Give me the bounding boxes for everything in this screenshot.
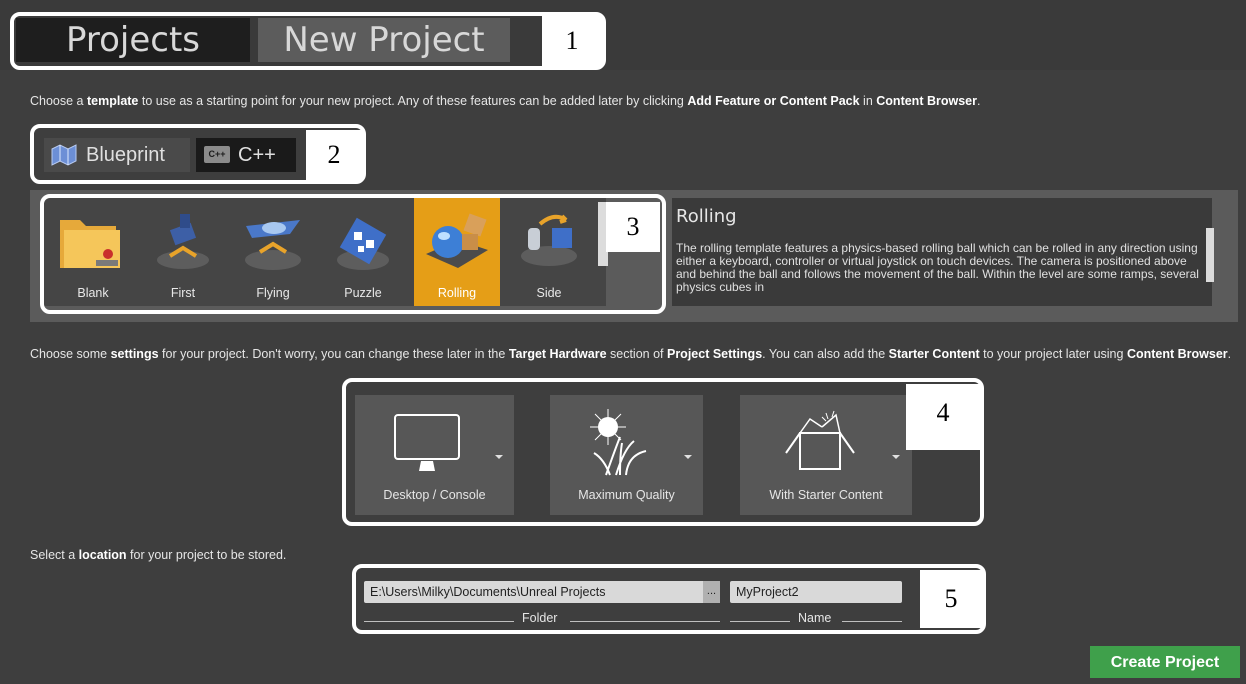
- settings-text-6: .: [1227, 347, 1232, 361]
- settings-bold-starter-content: Starter Content: [888, 347, 980, 361]
- settings-bold-content-browser: Content Browser: [1126, 347, 1228, 361]
- settings-text-2: for your project. Don't worry, you can c…: [158, 347, 509, 361]
- location-text-1: Select a: [30, 548, 79, 562]
- intro-text-2: to use as a starting point for your new …: [138, 94, 688, 108]
- create-project-button[interactable]: Create Project: [1090, 646, 1240, 678]
- template-instructions: Choose a template to use as a starting p…: [30, 94, 980, 108]
- intro-bold-add-feature: Add Feature or Content Pack: [687, 94, 860, 108]
- settings-text-1: Choose some: [30, 347, 111, 361]
- callout-4-frame: [342, 378, 984, 526]
- intro-text-1: Choose a: [30, 94, 87, 108]
- settings-text-3: section of: [606, 347, 667, 361]
- intro-text-3: in: [859, 94, 877, 108]
- intro-bold-template: template: [86, 94, 139, 108]
- intro-bold-content-browser: Content Browser: [876, 94, 977, 108]
- callout-5-frame: [352, 564, 986, 634]
- intro-text-4: .: [976, 94, 981, 108]
- callout-5-number: 5: [920, 570, 982, 628]
- location-text-2: for your project to be stored.: [126, 548, 287, 562]
- location-instructions: Select a location for your project to be…: [30, 548, 286, 562]
- settings-instructions: Choose some settings for your project. D…: [30, 346, 1242, 362]
- callout-3-frame: [40, 194, 666, 314]
- settings-bold-settings: settings: [110, 347, 159, 361]
- settings-bold-target-hardware: Target Hardware: [508, 347, 607, 361]
- callout-2-number: 2: [306, 130, 362, 180]
- callout-1-frame: [10, 12, 606, 70]
- callout-4-number: 4: [906, 384, 980, 450]
- callout-3-number: 3: [606, 202, 660, 252]
- location-bold: location: [78, 548, 127, 562]
- template-description-title: Rolling: [676, 206, 737, 227]
- settings-text-5: to your project later using: [979, 347, 1127, 361]
- description-scrollbar[interactable]: [1206, 228, 1214, 282]
- settings-text-4: . You can also add the: [762, 347, 889, 361]
- callout-1-number: 1: [542, 16, 602, 66]
- settings-bold-project-settings: Project Settings: [666, 347, 763, 361]
- template-description-body: The rolling template features a physics-…: [676, 242, 1199, 294]
